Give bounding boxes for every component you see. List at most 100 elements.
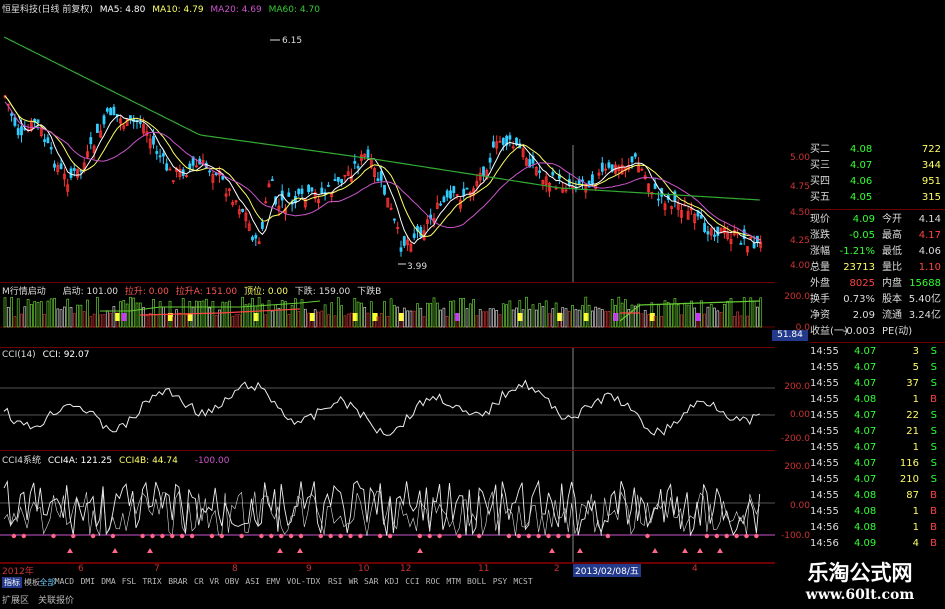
cci-value: CCI: 92.07 [42,350,90,360]
tick-direction: B [930,522,937,533]
candle-body [551,171,555,176]
tab-mtm[interactable]: MTM [446,577,460,586]
candle-body [442,196,446,202]
tick-time: 14:55 [810,426,839,437]
candle-body [713,234,716,237]
tab-kdj[interactable]: KDJ [385,577,399,586]
tab-indicator[interactable]: 指标 [2,577,22,588]
stat-value: 4.09 [852,214,875,225]
signal-bar [290,305,294,328]
tab-wr[interactable]: WR [349,577,359,586]
signal-dot [51,533,56,539]
tab-vr[interactable]: VR [209,577,219,586]
brand-url: www.60lt.com [805,587,915,603]
tab-sar[interactable]: SAR [364,577,378,586]
tab-psy[interactable]: PSY [493,577,507,586]
panel2-value-marker: 51.84 [772,330,808,341]
date-tick: 10 [358,564,370,574]
candle-body [653,183,657,189]
tick-row: 14:55 4.08 87 B [810,488,945,504]
tab-boll[interactable]: BOLL [467,577,486,586]
stat-label: 总量 [810,262,830,273]
signal-bar [594,306,598,328]
signal-bar [46,300,50,328]
tick-volume: 4 [912,538,919,549]
candle-body [112,106,116,116]
candle-body [591,174,594,184]
tick-price: 4.07 [854,362,877,373]
cci-chart[interactable] [0,348,775,450]
tick-price: 4.07 [854,474,877,485]
signal-dot [378,533,383,539]
signal-bar [23,306,27,328]
stat-label: 最低 [882,246,902,257]
tick-row: 14:56 4.09 4 B [810,536,945,552]
tab-dmi[interactable]: DMI [81,577,95,586]
cci4-panel[interactable]: CCI4系统 CCI4A: 121.25 CCI4B: 44.74 -100.0… [0,451,775,563]
tab-obv[interactable]: OBV [225,577,239,586]
signal-bar [706,306,710,328]
tab-dma[interactable]: DMA [101,577,115,586]
tick-row: 14:55 4.07 37 S [810,376,945,392]
signal-bar [666,302,670,328]
candle-body [297,188,301,195]
tab-mcst[interactable]: MCST [513,577,532,586]
high-price-label: 6.15 [282,36,303,46]
signal-bar [429,303,433,328]
tab-rsi[interactable]: RSI [328,577,342,586]
date-tick: 6 [78,564,84,574]
cci-panel[interactable]: CCI(14) CCI: 92.07 [0,348,775,451]
candle-body [155,151,159,154]
tab-asi[interactable]: ASI [245,577,259,586]
candle-body [633,153,637,157]
panel2-s3: 拉升A: 151.00 [175,287,238,297]
buy-marker [277,548,283,553]
signal-bar [79,304,83,328]
candlestick-chart[interactable] [0,0,775,282]
tab-trix[interactable]: TRIX [142,577,161,586]
buy-marker [549,548,555,553]
candle-body [376,178,380,182]
cci4-chart[interactable] [0,451,775,562]
signal-bar [462,297,466,328]
tab-emv[interactable]: EMV [266,577,280,586]
tab-全部[interactable]: 全部 [39,577,55,588]
tab-macd[interactable]: MACD [55,577,74,586]
tick-volume: 21 [906,426,919,437]
stat-value: 1.10 [918,262,941,273]
tab-fsl[interactable]: FSL [122,577,136,586]
tick-volume: 22 [906,410,919,421]
tab-vol-tdx[interactable]: VOL-TDX [287,577,321,586]
tick-row: 14:56 4.08 1 B [810,520,945,536]
signal-bar [152,299,155,328]
tab-brar[interactable]: BRAR [168,577,187,586]
signal-bar [482,311,485,328]
tab-roc[interactable]: ROC [426,577,440,586]
price-panel[interactable]: 恒星科技(日线 前复权) MA5: 4.80 MA10: 4.79 MA20: … [0,0,775,283]
signal-bar [270,310,274,328]
tab-cr[interactable]: CR [194,577,204,586]
stat-value: -1.21% [839,246,875,257]
signal-dot [21,533,26,539]
signal-bar [719,312,723,328]
tab-extension[interactable]: 扩展区 [2,593,29,606]
candle-body [630,156,634,163]
date-tick: 7 [154,564,160,574]
order-level-row: 买三 4.07 344 [810,158,945,174]
tab-模板[interactable]: 模板 [24,577,40,588]
signal-dot [566,533,571,539]
signal-dot [110,533,116,539]
signal-bar [534,309,538,328]
tick-time: 14:55 [810,458,839,469]
buy-marker [147,548,153,553]
trend-start-panel[interactable]: M行情启动 启动: 101.00 拉升: 0.00 拉升A: 151.00 顶位… [0,283,775,348]
tick-row: 14:55 4.07 1 S [810,440,945,456]
signal-bar [525,296,528,328]
tab-related-quotes[interactable]: 关联报价 [38,593,74,606]
tick-direction: S [930,474,937,485]
tab-cci[interactable]: CCI [405,577,419,586]
stat-label: 流通 [882,310,902,321]
stat-label: 最高 [882,230,902,241]
signal-bar [379,313,383,328]
signal-dot [71,533,76,539]
